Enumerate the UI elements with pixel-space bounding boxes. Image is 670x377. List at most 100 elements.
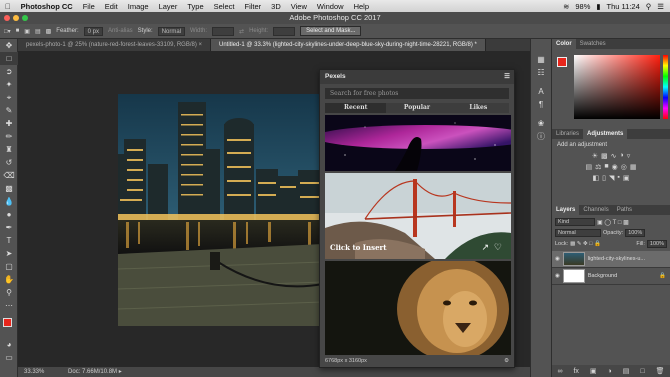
new-selection-icon[interactable]: ■ [16,28,20,34]
lasso-tool-icon[interactable]: ➲ [0,65,18,78]
exposure-icon[interactable]: ◑ [620,152,624,160]
history-panel-icon[interactable]: ▦ [531,53,551,66]
lock-icons[interactable]: ▩ ✎ ✥ □ 🔒 [570,241,601,247]
properties-panel-icon[interactable]: ☷ [531,66,551,79]
feather-input[interactable]: 0 px [83,26,103,36]
levels-icon[interactable]: ▩ [601,152,608,160]
zoom-window-button[interactable] [22,15,28,21]
clone-stamp-tool-icon[interactable]: ♜ [0,143,18,156]
screen-mode-icon[interactable]: ▭ [0,351,18,364]
color-lookup-icon[interactable]: ▦ [630,163,637,171]
menu-help[interactable]: Help [349,2,374,11]
brush-panel-icon[interactable]: ❀ [531,117,551,130]
menu-window[interactable]: Window [312,2,349,11]
tab-adjustments[interactable]: Adjustments [583,129,628,139]
zoom-level[interactable]: 33.33% [24,369,44,375]
hue-sat-icon[interactable]: ▤ [586,163,593,171]
menu-edit[interactable]: Edit [100,2,123,11]
search-icon[interactable]: ⚲ [646,2,652,11]
battery-icon[interactable]: ▮ [596,2,600,11]
minimize-window-button[interactable] [13,15,19,21]
eyedropper-tool-icon[interactable]: ✎ [0,104,18,117]
posterize-icon[interactable]: ▯ [602,174,606,182]
like-heart-icon[interactable]: ♡ [494,242,502,253]
type-tool-icon[interactable]: T [0,234,18,247]
info-panel-icon[interactable]: ⓘ [531,130,551,143]
visibility-eye-icon[interactable]: ◉ [555,256,560,262]
more-tools-icon[interactable]: ⋯ [0,299,18,312]
color-fg-swatch[interactable] [557,57,567,67]
curves-icon[interactable]: ∿ [611,152,617,160]
tab-popular[interactable]: Popular [386,103,448,113]
tab-channels[interactable]: Channels [579,205,612,215]
tab-swatches[interactable]: Swatches [576,39,610,49]
wifi-icon[interactable]: ≋ [563,2,569,11]
swap-icon[interactable]: ⇄ [239,28,244,35]
path-select-tool-icon[interactable]: ➤ [0,247,18,260]
subtract-selection-icon[interactable]: ▤ [35,28,41,35]
dodge-tool-icon[interactable]: ● [0,208,18,221]
foreground-color[interactable] [3,318,12,327]
layer-filter-icons[interactable]: ▣ ◯ T □ ▩ [597,219,629,226]
height-input[interactable] [273,26,296,36]
zoom-tool-icon[interactable]: ⚲ [0,286,18,299]
intersect-selection-icon[interactable]: ▩ [46,28,52,35]
layer-name[interactable]: Background [588,273,617,279]
opacity-input[interactable]: 100% [625,229,646,237]
trash-icon[interactable]: 🗑 [656,367,665,375]
healing-brush-tool-icon[interactable]: ✚ [0,117,18,130]
menu-3d[interactable]: 3D [266,2,286,11]
bw-icon[interactable]: ■ [604,163,608,171]
visibility-eye-icon[interactable]: ◉ [555,273,560,279]
open-external-icon[interactable]: ↗ [481,242,489,253]
history-brush-tool-icon[interactable]: ↺ [0,156,18,169]
tab-likes[interactable]: Likes [447,103,509,113]
tab-libraries[interactable]: Libraries [552,129,583,139]
gradient-tool-icon[interactable]: ▩ [0,182,18,195]
link-layers-icon[interactable]: ∞ [557,368,562,375]
threshold-icon[interactable]: ◥ [609,174,614,182]
add-selection-icon[interactable]: ▣ [24,28,30,35]
battery-percent[interactable]: 98% [575,2,590,11]
quick-select-tool-icon[interactable]: ✦ [0,78,18,91]
panel-menu-icon[interactable]: ☰ [504,70,514,84]
app-menu[interactable]: Photoshop CC [16,2,78,11]
doc-size[interactable]: Doc: 7.66M/10.8M [68,369,117,375]
rect-marquee-tool-icon[interactable]: □ [0,52,18,65]
tab-recent[interactable]: Recent [325,103,387,113]
pexels-photo-bridge-card[interactable]: Click to Insert ↗ ♡ [320,173,514,259]
marquee-preset-icon[interactable]: □▾ [4,28,11,35]
close-window-button[interactable] [4,15,10,21]
vibrance-icon[interactable]: ▿ [627,152,631,160]
pexels-photo-nebula[interactable] [325,115,511,171]
clock[interactable]: Thu 11:24 [607,2,640,11]
apple-icon[interactable]:  [0,2,16,11]
brightness-icon[interactable]: ☀ [592,152,598,160]
hue-slider[interactable] [663,55,668,119]
antialias-checkbox[interactable]: Anti-alias [108,28,133,34]
fill-input[interactable]: 100% [646,240,667,248]
photo-filter-icon[interactable]: ◉ [612,163,618,171]
menu-filter[interactable]: Filter [239,2,266,11]
menu-file[interactable]: File [78,2,100,11]
menu-list-icon[interactable]: ☰ [657,2,664,11]
hand-tool-icon[interactable]: ✋ [0,273,18,286]
settings-gear-icon[interactable]: ⚙ [504,356,514,367]
rectangle-tool-icon[interactable]: ▢ [0,260,18,273]
menu-select[interactable]: Select [209,2,240,11]
selective-color-icon[interactable]: ▣ [623,174,630,182]
invert-icon[interactable]: ◧ [593,174,600,182]
gradient-map-icon[interactable]: ▪ [617,174,619,182]
status-arrow-icon[interactable]: ▸ [119,369,122,375]
adjustment-layer-icon[interactable]: ◑ [608,368,612,375]
fx-icon[interactable]: fx [573,368,578,375]
layer-name[interactable]: lighted-city-skylines-u... [588,256,645,262]
menu-view[interactable]: View [286,2,312,11]
color-swatches[interactable] [0,316,17,338]
blend-mode-select[interactable]: Normal [555,229,601,237]
tab-untitled[interactable]: Untitled-1 @ 33.3% (lighted-city-skyline… [211,39,486,51]
paragraph-panel-icon[interactable]: ¶ [531,98,551,111]
brush-tool-icon[interactable]: ✏ [0,130,18,143]
width-input[interactable] [212,26,235,36]
select-and-mask-button[interactable]: Select and Mask... [300,26,362,36]
